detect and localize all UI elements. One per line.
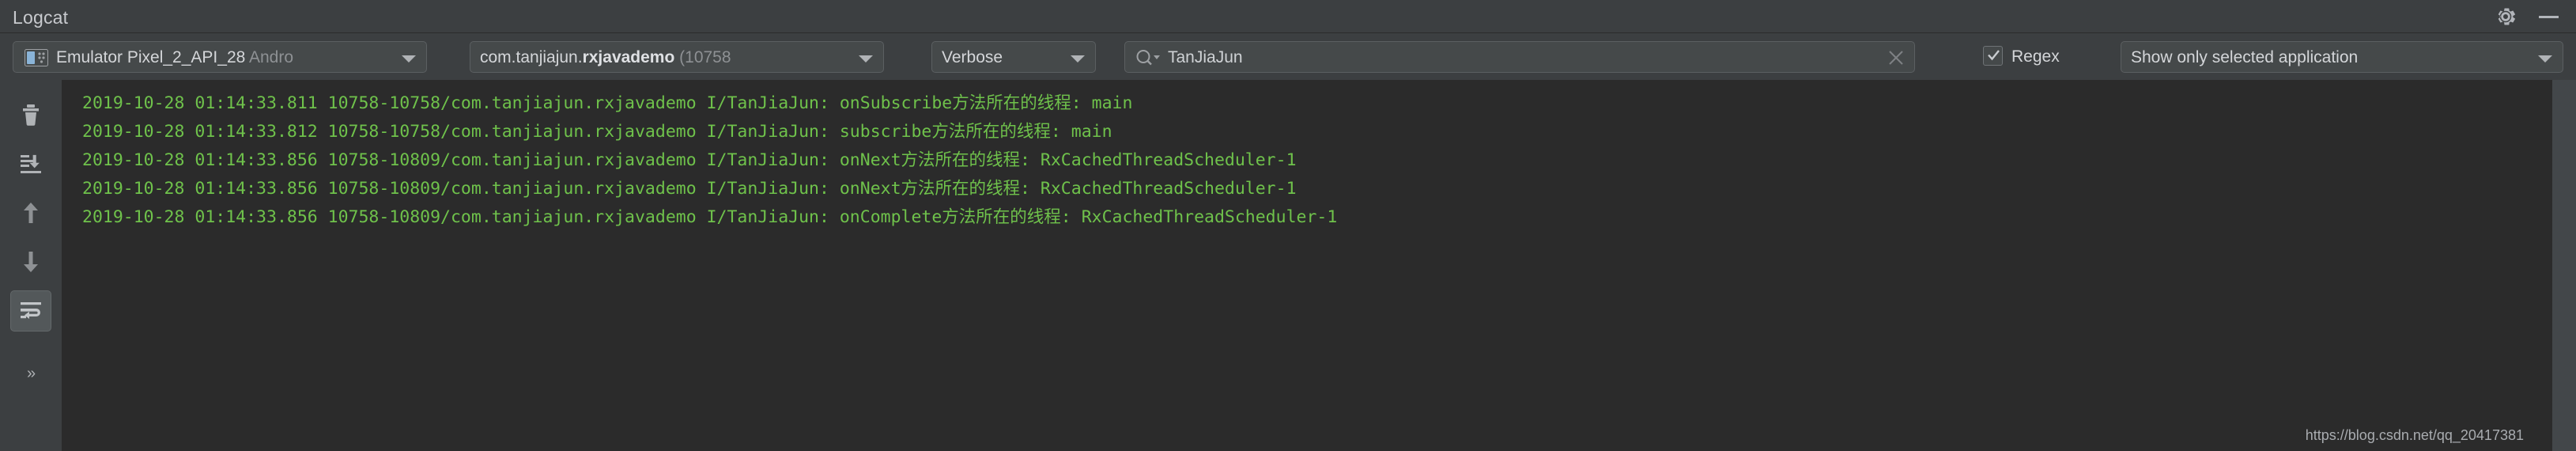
minimize-button[interactable] [2535, 3, 2562, 30]
next-occurrence-button[interactable] [10, 241, 51, 282]
device-name-truncated: Andro [248, 48, 294, 66]
previous-occurrence-button[interactable] [10, 192, 51, 233]
device-selector[interactable]: Emulator Pixel_2_API_28 Andro [13, 41, 427, 73]
soft-wrap-icon [21, 302, 41, 319]
logcat-output[interactable]: 2019-10-28 01:14:33.811 10758-10758/com.… [62, 80, 2552, 451]
log-line: 2019-10-28 01:14:33.811 10758-10758/com.… [82, 93, 1133, 113]
chevron-double-right-icon: » [26, 365, 36, 382]
emulator-device-icon [25, 49, 48, 66]
arrow-up-icon [24, 203, 38, 223]
settings-button[interactable] [2492, 3, 2519, 30]
more-options-button[interactable]: » [10, 353, 51, 394]
filter-selector-label: Show only selected application [2131, 48, 2359, 66]
trash-icon [23, 104, 39, 126]
close-icon[interactable] [1887, 49, 1905, 66]
search-icon[interactable] [1135, 48, 1161, 67]
gear-icon [2498, 8, 2515, 25]
logcat-toolbar: Emulator Pixel_2_API_28 Andro com.tanjia… [0, 34, 2576, 80]
process-package-prefix: com.tanjiajun. [480, 48, 583, 66]
clear-logcat-button[interactable] [10, 94, 51, 135]
filter-selector[interactable]: Show only selected application [2121, 41, 2563, 73]
search-input[interactable]: TanJiaJun [1124, 41, 1915, 73]
watermark-text: https://blog.csdn.net/qq_20417381 [2305, 427, 2524, 443]
log-line: 2019-10-28 01:14:33.856 10758-10809/com.… [82, 207, 1338, 227]
console-right-gutter[interactable] [2552, 80, 2576, 451]
log-line: 2019-10-28 01:14:33.856 10758-10809/com.… [82, 150, 1297, 170]
minimize-icon [2539, 16, 2559, 18]
logcat-title-bar: Logcat [0, 0, 2576, 33]
logcat-tool-rail: » [0, 80, 62, 451]
regex-checkbox-box[interactable] [1983, 46, 2003, 66]
regex-checkbox-label: Regex [2011, 47, 2060, 66]
device-name: Emulator Pixel_2_API_28 [56, 48, 249, 66]
process-selector[interactable]: com.tanjiajun.rxjavademo (10758 [470, 41, 884, 73]
soft-wrap-button[interactable] [10, 290, 51, 332]
log-level-label: Verbose [942, 48, 1003, 66]
chevron-down-icon [402, 55, 416, 63]
search-input-value: TanJiaJun [1168, 48, 1243, 66]
scroll-to-end-button[interactable] [10, 143, 51, 184]
chevron-down-icon [859, 55, 873, 63]
checkmark-icon [1988, 50, 2000, 61]
process-selector-label: com.tanjiajun.rxjavademo (10758 [480, 48, 731, 67]
page-title: Logcat [13, 7, 69, 28]
log-line: 2019-10-28 01:14:33.856 10758-10809/com.… [82, 179, 1297, 199]
chevron-down-icon [1071, 55, 1085, 63]
log-level-selector[interactable]: Verbose [931, 41, 1096, 73]
device-selector-label: Emulator Pixel_2_API_28 Andro [56, 48, 293, 67]
process-package-name: rxjavademo [582, 48, 675, 66]
log-line: 2019-10-28 01:14:33.812 10758-10758/com.… [82, 122, 1112, 142]
chevron-down-icon [2538, 55, 2552, 63]
scroll-to-end-icon [21, 154, 41, 173]
process-pid: (10758 [674, 48, 731, 66]
arrow-down-icon [24, 252, 38, 272]
